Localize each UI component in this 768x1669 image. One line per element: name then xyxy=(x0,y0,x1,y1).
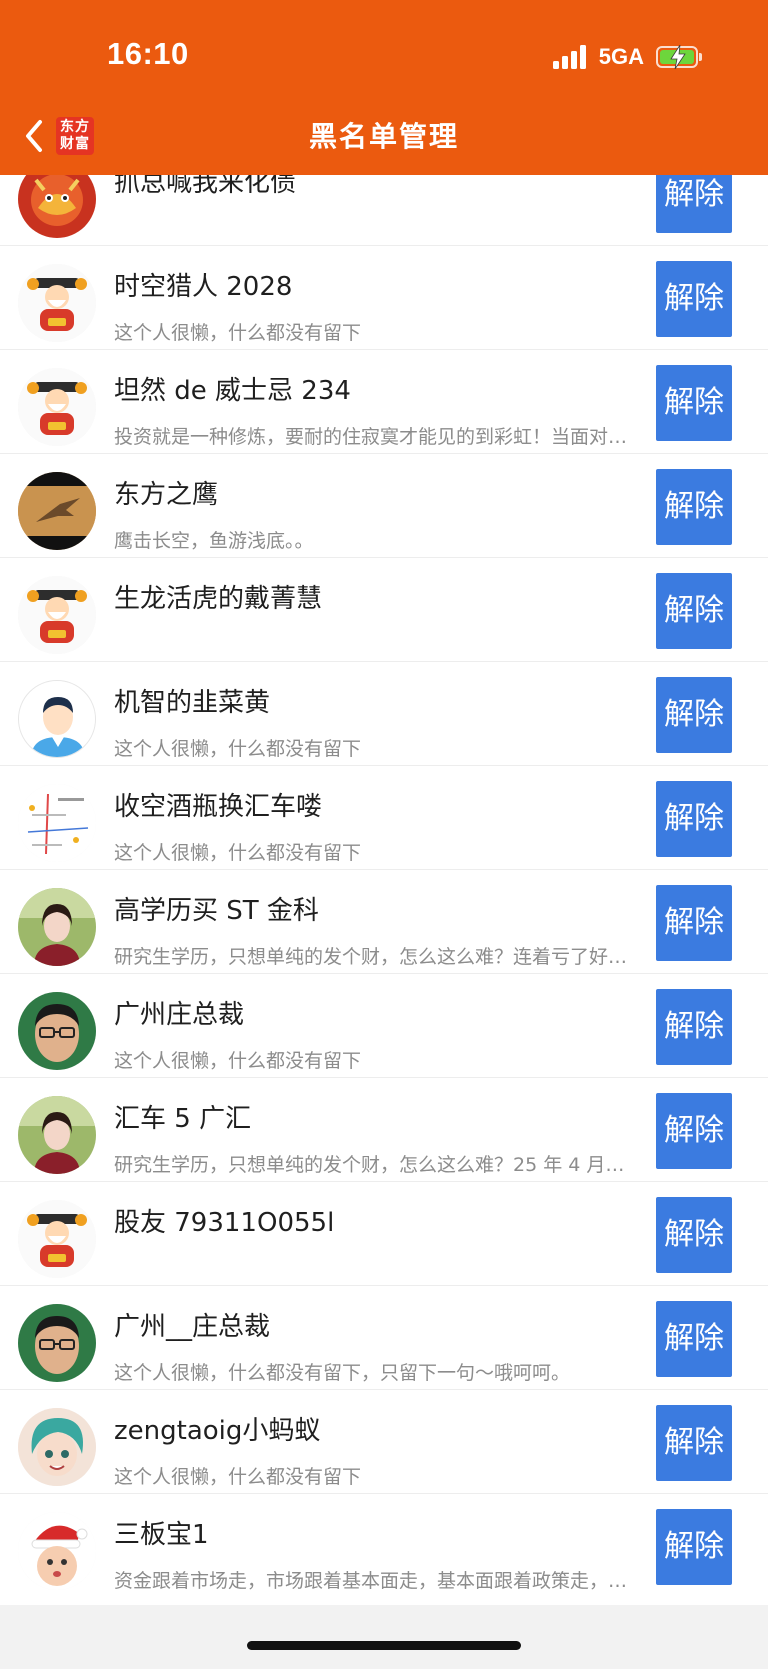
woman-avatar[interactable] xyxy=(18,1096,96,1174)
status-indicators: 5GA xyxy=(552,38,702,76)
caishen-avatar[interactable] xyxy=(18,576,96,654)
user-signature: 这个人很懒，什么都没有留下 xyxy=(114,1466,362,1488)
user-name[interactable]: zengtaoig小蚂蚁 xyxy=(114,1410,320,1447)
list-item: 坦然 de 威士忌 234 投资就是一种修炼，要耐的住寂寞才能见的到彩虹！当面对… xyxy=(0,350,768,454)
list-item: 高学历买 ST 金科 研究生学历，只想单纯的发个财，怎么这么难？连着亏了好几年 … xyxy=(0,870,768,974)
unblock-button[interactable]: 解除 xyxy=(656,469,732,545)
caishen-avatar[interactable] xyxy=(18,1200,96,1278)
user-name[interactable]: 股友 79311O055l xyxy=(114,1202,334,1239)
user-name[interactable]: 高学历买 ST 金科 xyxy=(114,890,319,927)
home-indicator[interactable] xyxy=(247,1641,521,1650)
list-item: 抓总喊我来化债 解除 xyxy=(0,175,768,246)
user-name[interactable]: 抓总喊我来化债 xyxy=(114,175,296,199)
dragon-avatar[interactable] xyxy=(18,175,96,238)
baby-avatar[interactable] xyxy=(18,1512,96,1590)
user-name[interactable]: 时空猎人 2028 xyxy=(114,266,292,303)
user-name[interactable]: 广州庄总裁 xyxy=(114,994,244,1031)
unblock-button[interactable]: 解除 xyxy=(656,261,732,337)
unblock-button[interactable]: 解除 xyxy=(656,365,732,441)
default-man-avatar[interactable] xyxy=(18,680,96,758)
unblock-button[interactable]: 解除 xyxy=(656,885,732,961)
unblock-button[interactable]: 解除 xyxy=(656,1093,732,1169)
user-name[interactable]: 机智的韭菜黄 xyxy=(114,682,270,719)
unblock-button[interactable]: 解除 xyxy=(656,573,732,649)
unblock-button[interactable]: 解除 xyxy=(656,1301,732,1377)
unblock-button[interactable]: 解除 xyxy=(656,677,732,753)
user-name[interactable]: 东方之鹰 xyxy=(114,474,218,511)
user-name[interactable]: 汇车 5 广汇 xyxy=(114,1098,251,1135)
battery-icon xyxy=(656,45,702,69)
page-title: 黑名单管理 xyxy=(308,120,459,153)
user-name[interactable]: 收空酒瓶换汇车喽 xyxy=(114,786,322,823)
user-signature: 鹰击长空，鱼游浅底。。 xyxy=(114,530,314,552)
list-item: 东方之鹰 鹰击长空，鱼游浅底。。 解除 xyxy=(0,454,768,558)
list-item: 时空猎人 2028 这个人很懒，什么都没有留下 解除 xyxy=(0,246,768,350)
signal-icon xyxy=(552,45,589,69)
bottom-safe-area xyxy=(0,1605,768,1669)
status-time: 16:10 xyxy=(107,36,189,71)
unblock-button[interactable]: 解除 xyxy=(656,1197,732,1273)
caishen-avatar[interactable] xyxy=(18,264,96,342)
list-item: 汇车 5 广汇 研究生学历，只想单纯的发个财，怎么这么难？25 年 4 月入市至… xyxy=(0,1078,768,1182)
app-header: 16:10 5GA 东方 财富 黑名单管理 xyxy=(0,0,768,175)
eagle-avatar[interactable] xyxy=(18,472,96,550)
unblock-button[interactable]: 解除 xyxy=(656,989,732,1065)
list-item: 机智的韭菜黄 这个人很懒，什么都没有留下 解除 xyxy=(0,662,768,766)
user-signature: 投资就是一种修炼，要耐的住寂寞才能见的到彩虹！当面对心中的疑惑时 xyxy=(114,426,634,448)
user-name[interactable]: 坦然 de 威士忌 234 xyxy=(114,370,351,407)
unblock-button[interactable]: 解除 xyxy=(656,175,732,233)
user-signature: 研究生学历，只想单纯的发个财，怎么这么难？25 年 4 月入市至今 xyxy=(114,1154,634,1176)
list-item: 三板宝1 资金跟着市场走，市场跟着基本面走，基本面跟着政策走，政策跟着 解除 xyxy=(0,1494,768,1598)
user-name[interactable]: 生龙活虎的戴菁慧 xyxy=(114,578,322,615)
man-glasses-avatar[interactable] xyxy=(18,992,96,1070)
user-signature: 这个人很懒，什么都没有留下 xyxy=(114,1050,362,1072)
network-label: 5GA xyxy=(598,44,644,69)
user-name[interactable]: 广州__庄总裁 xyxy=(114,1306,270,1343)
user-signature: 研究生学历，只想单纯的发个财，怎么这么难？连着亏了好几年 xyxy=(114,946,634,968)
list-item: 广州__庄总裁 这个人很懒，什么都没有留下，只留下一句～哦呵呵。 解除 xyxy=(0,1286,768,1390)
list-item: 生龙活虎的戴菁慧 解除 xyxy=(0,558,768,662)
unblock-button[interactable]: 解除 xyxy=(656,1509,732,1585)
chart-avatar[interactable] xyxy=(18,784,96,862)
unblock-button[interactable]: 解除 xyxy=(656,781,732,857)
user-signature: 这个人很懒，什么都没有留下 xyxy=(114,738,362,760)
blacklist-list[interactable]: 抓总喊我来化债 解除 时空猎人 2028 这个人很懒，什么都没有留下 解除 坦然… xyxy=(0,175,768,1605)
user-signature: 这个人很懒，什么都没有留下 xyxy=(114,842,362,864)
unblock-button[interactable]: 解除 xyxy=(656,1405,732,1481)
user-signature: 资金跟着市场走，市场跟着基本面走，基本面跟着政策走，政策跟着 xyxy=(114,1570,634,1592)
list-item: 收空酒瓶换汇车喽 这个人很懒，什么都没有留下 解除 xyxy=(0,766,768,870)
anime-avatar[interactable] xyxy=(18,1408,96,1486)
caishen-avatar[interactable] xyxy=(18,368,96,446)
user-name[interactable]: 三板宝1 xyxy=(114,1514,209,1551)
user-signature: 这个人很懒，什么都没有留下，只留下一句～哦呵呵。 xyxy=(114,1362,571,1384)
list-item: 广州庄总裁 这个人很懒，什么都没有留下 解除 xyxy=(0,974,768,1078)
man-glasses-avatar[interactable] xyxy=(18,1304,96,1382)
woman-avatar[interactable] xyxy=(18,888,96,966)
user-signature: 这个人很懒，什么都没有留下 xyxy=(114,322,362,344)
list-item: 股友 79311O055l 解除 xyxy=(0,1182,768,1286)
list-item: zengtaoig小蚂蚁 这个人很懒，什么都没有留下 解除 xyxy=(0,1390,768,1494)
